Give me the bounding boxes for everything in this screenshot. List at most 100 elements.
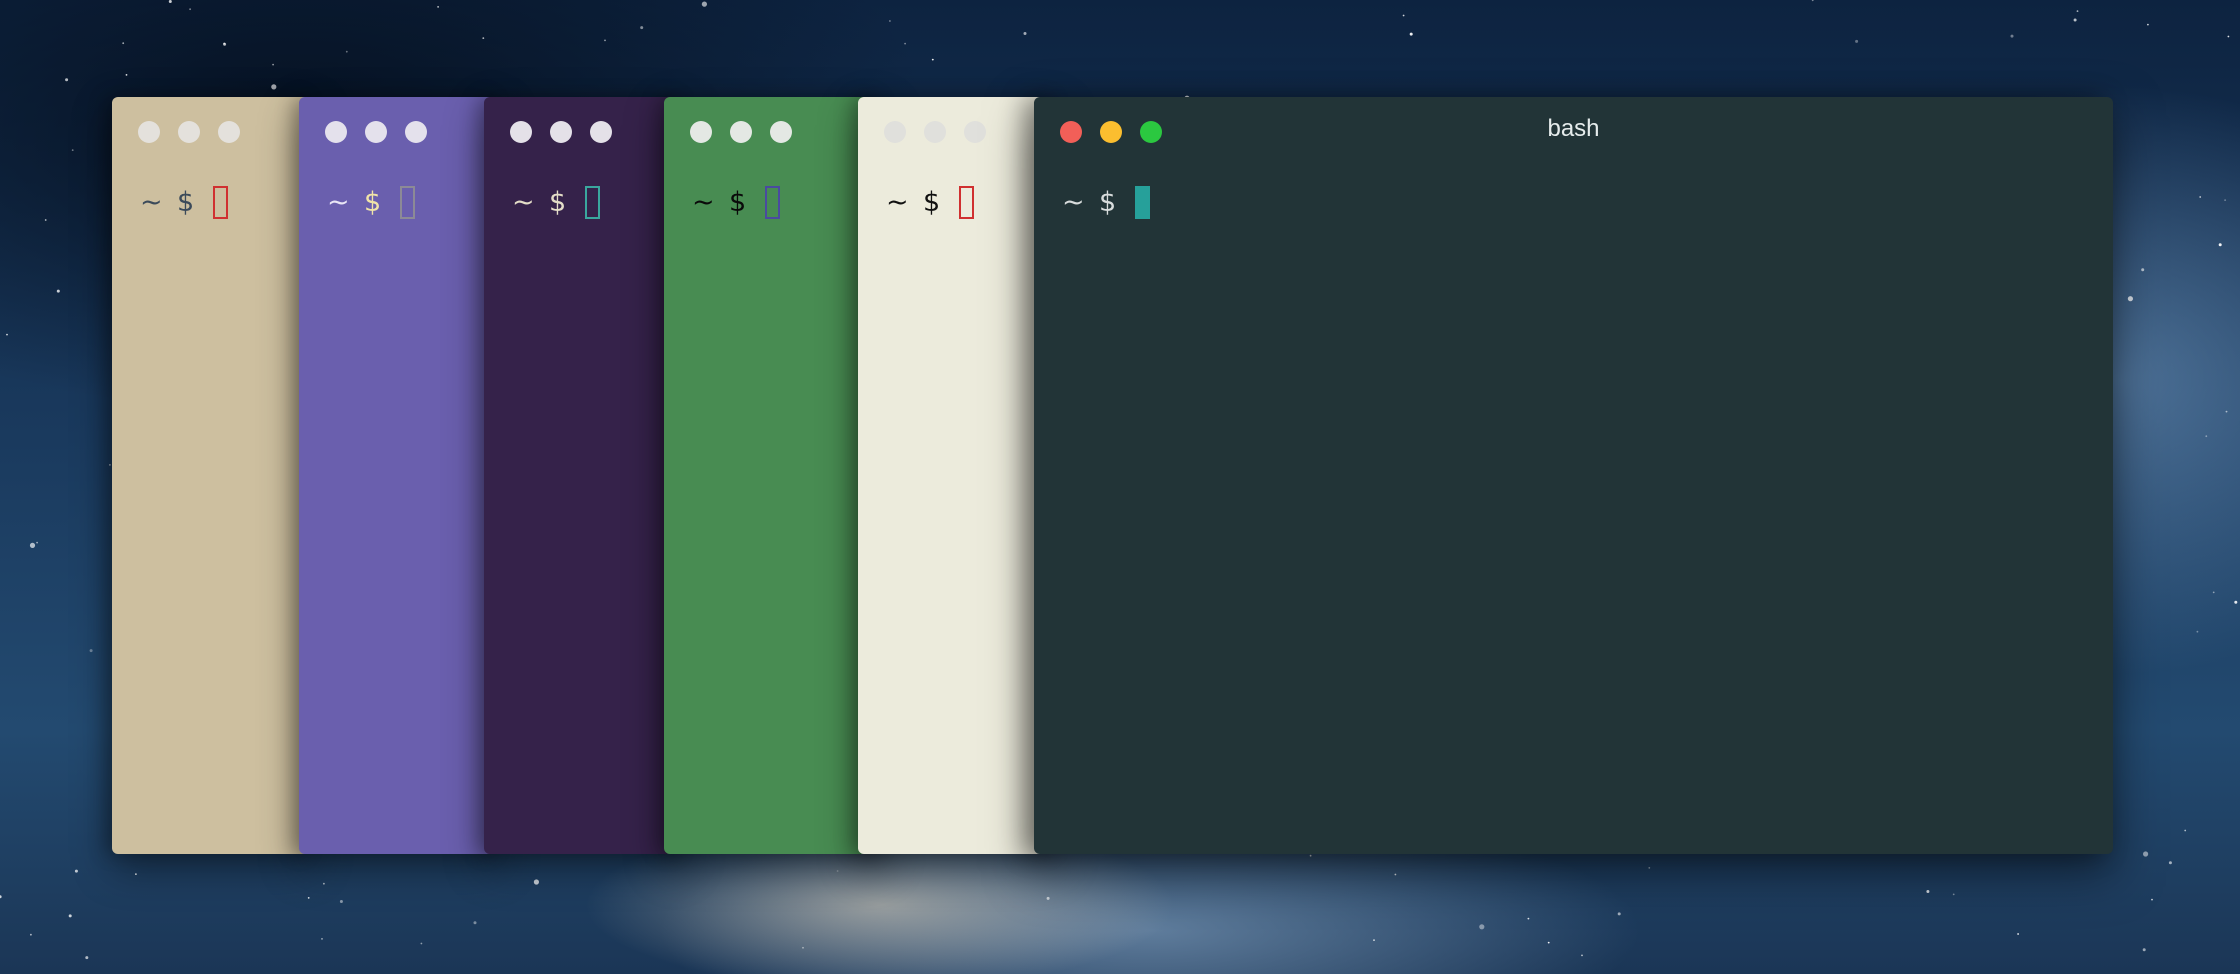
traffic-lights [884,121,986,143]
minimize-button[interactable] [730,121,752,143]
prompt-tilde: ~ [1062,187,1085,218]
star [89,649,93,653]
star [889,20,891,22]
traffic-lights [138,121,240,143]
shell-prompt: ~ $ [140,186,228,219]
star [168,0,172,3]
terminal-window-4[interactable]: ~ $ [664,97,884,854]
text-cursor [213,186,228,219]
star [2218,243,2222,247]
terminal-window-1[interactable]: ~ $ [112,97,312,854]
star [1855,39,1859,43]
prompt-tilde: ~ [692,187,715,218]
shell-prompt: ~ $ [1062,186,1150,219]
close-button[interactable] [325,121,347,143]
star [339,900,343,903]
star [1023,32,1027,35]
zoom-button[interactable] [590,121,612,143]
zoom-button[interactable] [964,121,986,143]
traffic-lights [510,121,612,143]
prompt-tilde: ~ [512,187,535,218]
minimize-button[interactable] [178,121,200,143]
window-title: bash [1547,115,1600,142]
minimize-button[interactable] [924,121,946,143]
star [2168,861,2172,865]
star [189,8,192,11]
star [30,933,32,936]
star [1581,954,1583,957]
zoom-button[interactable] [1140,121,1162,143]
star [2141,268,2145,272]
minimize-button[interactable] [550,121,572,143]
star [1046,896,1050,900]
traffic-lights [325,121,427,143]
star [931,58,934,61]
close-button[interactable] [510,121,532,143]
close-button[interactable] [1060,121,1082,143]
star [122,42,125,45]
star [68,914,72,918]
prompt-dollar: $ [549,187,567,218]
star [2199,196,2202,198]
close-button[interactable] [884,121,906,143]
star [1926,890,1930,893]
prompt-dollar: $ [923,187,941,218]
star [109,464,111,466]
star [125,74,128,76]
star [71,149,74,152]
terminal-window-2[interactable]: ~ $ [299,97,499,854]
minimize-button[interactable] [1100,121,1122,143]
star [2234,600,2238,604]
star [1527,917,1530,920]
terminal-window-3[interactable]: ~ $ [484,97,684,854]
star [1952,893,1955,896]
shell-prompt: ~ $ [327,186,415,219]
star [2227,35,2230,38]
text-cursor [400,186,415,219]
star [1479,924,1485,930]
star [2147,23,2149,26]
star [2127,296,2133,302]
star [1648,867,1651,869]
star [223,42,226,45]
star [323,882,325,885]
star [85,956,89,960]
star [6,333,8,336]
prompt-tilde: ~ [140,187,163,218]
zoom-button[interactable] [405,121,427,143]
text-cursor [585,186,600,219]
star [56,289,60,293]
text-cursor [1135,186,1150,219]
star [2017,933,2019,935]
star [836,870,839,872]
star [272,63,274,66]
zoom-button[interactable] [770,121,792,143]
star [2212,591,2215,594]
star [74,869,78,873]
star [2143,851,2149,857]
star [701,1,708,7]
star [1394,873,1397,876]
star [44,219,47,221]
star [345,50,348,53]
text-cursor [765,186,780,219]
traffic-lights [1060,121,1162,143]
star [2225,410,2228,413]
star [1373,939,1375,941]
close-button[interactable] [138,121,160,143]
close-button[interactable] [690,121,712,143]
star [271,84,277,90]
prompt-dollar: $ [364,187,382,218]
star [533,879,540,885]
star [904,42,906,45]
shell-prompt: ~ $ [692,186,780,219]
star [420,942,423,945]
minimize-button[interactable] [365,121,387,143]
prompt-tilde: ~ [327,187,350,218]
prompt-dollar: $ [1099,187,1117,218]
terminal-window-5[interactable]: ~ $ [858,97,1058,854]
shell-prompt: ~ $ [886,186,974,219]
star [36,541,38,544]
terminal-window-bash[interactable]: bash ~ $ [1034,97,2113,854]
zoom-button[interactable] [218,121,240,143]
